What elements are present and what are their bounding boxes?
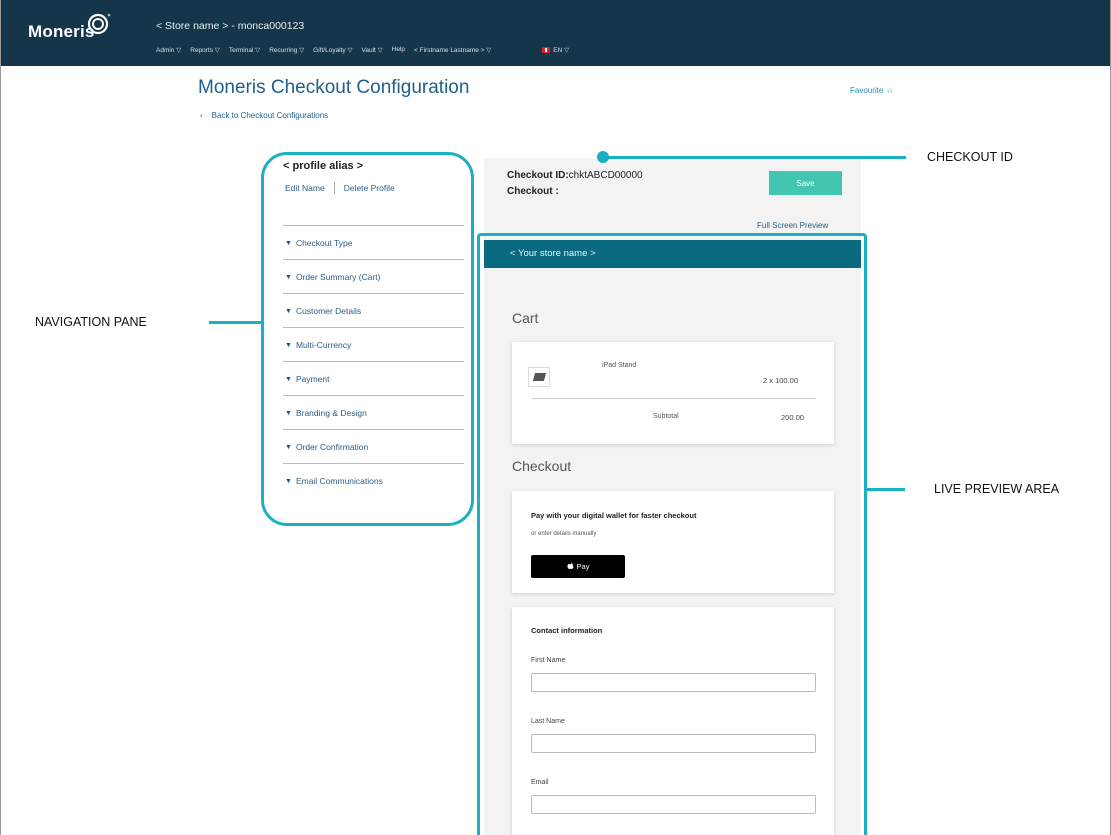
moneris-logo[interactable]: Moneris <box>28 13 111 42</box>
divider <box>283 327 464 328</box>
menu-gift-loyalty[interactable]: Gift/Loyalty ▽ <box>313 46 352 54</box>
chevron-down-icon: ▼ <box>285 477 292 485</box>
nav-item-email-communications[interactable]: ▼ Email Communications <box>285 476 383 486</box>
divider <box>283 463 464 464</box>
chevron-down-icon: ▼ <box>285 341 292 349</box>
menu-admin[interactable]: Admin ▽ <box>156 46 181 54</box>
checkout-id-label: Checkout ID: <box>507 170 569 181</box>
menu-recurring[interactable]: Recurring ▽ <box>269 46 304 54</box>
back-link-label: Back to Checkout Configurations <box>211 111 329 120</box>
nav-item-checkout-type[interactable]: ▼ Checkout Type <box>285 238 352 248</box>
delete-profile-link[interactable]: Delete Profile <box>344 183 395 193</box>
full-screen-preview-link[interactable]: Full Screen Preview <box>757 221 828 230</box>
top-navigation-bar: Moneris < Store name > - monca000123 Adm… <box>1 0 1110 66</box>
nav-item-label: Order Summary (Cart) <box>295 272 381 282</box>
language-label: EN ▽ <box>553 47 570 54</box>
checkout-id: Checkout ID:chktABCD00000 <box>507 170 643 181</box>
save-button[interactable]: Save <box>769 171 842 195</box>
chevron-down-icon: ▼ <box>285 273 292 281</box>
chevron-down-icon: ▼ <box>285 307 292 315</box>
store-name-merchant-id: < Store name > - monca000123 <box>156 20 305 32</box>
page: Moneris < Store name > - monca000123 Adm… <box>0 0 1111 835</box>
nav-item-order-summary[interactable]: ▼ Order Summary (Cart) <box>285 272 380 282</box>
profile-alias: < profile alias > <box>283 160 364 172</box>
nav-item-branding-design[interactable]: ▼ Branding & Design <box>285 408 367 418</box>
edit-name-link[interactable]: Edit Name <box>285 183 325 193</box>
nav-item-label: Email Communications <box>295 476 383 486</box>
nav-item-multi-currency[interactable]: ▼ Multi-Currency <box>285 340 351 350</box>
canada-flag-icon <box>542 47 551 53</box>
nav-item-label: Customer Details <box>295 306 362 316</box>
nav-item-label: Branding & Design <box>295 408 367 418</box>
favourite-label: Favourite <box>850 86 884 95</box>
logo-wordmark: Moneris <box>28 22 95 41</box>
divider <box>333 182 335 194</box>
chevron-down-icon: ▼ <box>285 409 292 417</box>
divider <box>283 225 464 226</box>
menu-terminal[interactable]: Terminal ▽ <box>229 46 260 54</box>
divider <box>283 429 464 430</box>
nav-item-label: Payment <box>295 374 330 384</box>
callout-checkout-id: CHECKOUT ID <box>927 150 1013 164</box>
callout-line <box>867 488 905 491</box>
chevron-down-icon: ▼ <box>285 239 292 247</box>
menu-user[interactable]: < Firstname Lastname > ▽ <box>414 46 491 54</box>
back-to-configurations-link[interactable]: ‹ Back to Checkout Configurations <box>200 111 328 120</box>
divider <box>283 293 464 294</box>
nav-item-label: Multi-Currency <box>295 340 352 350</box>
page-title: Moneris Checkout Configuration <box>198 77 470 98</box>
navigation-pane-highlight <box>261 152 474 526</box>
star-icon: ☆ <box>886 86 894 95</box>
callout-live-preview-area: LIVE PREVIEW AREA <box>934 482 1060 496</box>
live-preview-highlight <box>477 233 867 835</box>
nav-item-label: Checkout Type <box>295 238 353 248</box>
callout-navigation-pane: NAVIGATION PANE <box>35 315 147 329</box>
favourite-button[interactable]: Favourite ☆ <box>850 86 894 95</box>
profile-actions: Edit Name Delete Profile <box>285 182 395 194</box>
nav-item-order-confirmation[interactable]: ▼ Order Confirmation <box>285 442 368 452</box>
checkout-id-value: chktABCD00000 <box>568 170 643 181</box>
chevron-down-icon: ▼ <box>285 443 292 451</box>
moneris-swirl-icon <box>87 13 111 34</box>
checkout-label: Checkout : <box>507 186 559 197</box>
menu-reports[interactable]: Reports ▽ <box>190 46 220 54</box>
chevron-down-icon: ▼ <box>285 375 292 383</box>
menu-vault[interactable]: Vault ▽ <box>362 46 383 54</box>
divider <box>283 259 464 260</box>
nav-item-label: Order Confirmation <box>295 442 369 452</box>
language-selector[interactable]: EN ▽ <box>542 46 569 54</box>
nav-item-payment[interactable]: ▼ Payment <box>285 374 329 384</box>
divider <box>283 395 464 396</box>
chevron-left-icon: ‹ <box>200 111 203 120</box>
callout-line <box>603 156 906 159</box>
main-menu: Admin ▽ Reports ▽ Terminal ▽ Recurring ▽… <box>156 46 569 54</box>
menu-help[interactable]: Help <box>392 46 405 54</box>
nav-item-customer-details[interactable]: ▼ Customer Details <box>285 306 361 316</box>
divider <box>283 361 464 362</box>
callout-line <box>209 321 263 324</box>
